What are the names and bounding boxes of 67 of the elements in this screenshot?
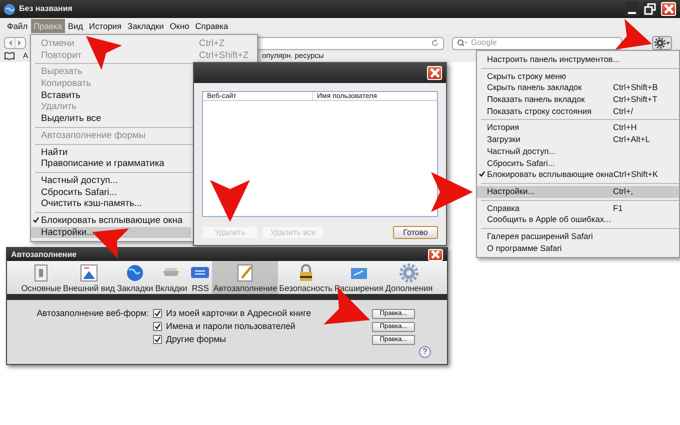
- preferences-tab[interactable]: Закладки: [116, 261, 154, 294]
- menu-item[interactable]: Сообщить в Apple об ошибках...: [477, 214, 679, 226]
- pointer-arrow: [86, 36, 122, 70]
- menu-item[interactable]: Скрыть панель закладок Ctrl+Shift+B: [477, 82, 679, 94]
- close-button[interactable]: [428, 248, 443, 260]
- checkbox-label: Имена и пароли пользователей: [166, 320, 296, 333]
- menu-item[interactable]: Вид: [64, 19, 86, 33]
- menu-item[interactable]: Скрыть строку меню: [477, 70, 679, 82]
- menu-item[interactable]: Найти: [31, 146, 191, 158]
- menu-item[interactable]: Выделить все: [31, 113, 191, 125]
- pointer-arrow: [615, 18, 652, 50]
- menu-item[interactable]: Настройки... Ctrl+,: [477, 186, 679, 198]
- checkbox-label: Другие формы: [166, 332, 226, 346]
- menu-item[interactable]: Правописание и грамматика: [31, 158, 191, 170]
- menu-item[interactable]: Очистить кэш-память...: [31, 198, 191, 210]
- globe-icon: [4, 4, 15, 14]
- menu-item[interactable]: Сбросить Safari...: [31, 186, 191, 198]
- preferences-tab[interactable]: Безопасность: [278, 261, 334, 294]
- menu-item[interactable]: Галерея расширений Safari: [477, 230, 679, 243]
- search-placeholder: Google: [471, 37, 497, 49]
- menu-item[interactable]: Частный доступ...: [477, 146, 679, 158]
- menu-item[interactable]: История Ctrl+H: [477, 122, 679, 134]
- menu-item[interactable]: Показать панель вкладок Ctrl+Shift+T: [477, 94, 679, 106]
- menu-item[interactable]: Справка F1: [477, 202, 679, 214]
- preferences-tab[interactable]: Внешний вид: [62, 261, 116, 294]
- window-title: Без названия: [19, 3, 74, 15]
- search-icon: [457, 39, 467, 47]
- close-button[interactable]: [427, 66, 442, 80]
- checkbox[interactable]: [153, 309, 162, 318]
- menu-item[interactable]: Окно: [166, 19, 192, 33]
- preferences-tab[interactable]: Автозаполнение: [212, 261, 278, 294]
- reload-icon[interactable]: [431, 39, 439, 47]
- preferences-tab[interactable]: Вкладки: [154, 261, 188, 294]
- menu-item[interactable]: Настроить панель инструментов...: [477, 54, 679, 66]
- menu-item[interactable]: О программе Safari: [477, 242, 679, 254]
- menu-item[interactable]: Файл: [4, 19, 31, 33]
- menu-item[interactable]: Частный доступ...: [31, 174, 191, 187]
- menu-item[interactable]: Загрузки Ctrl+Alt+L: [477, 134, 679, 146]
- pointer-arrow: [92, 228, 130, 259]
- help-button[interactable]: ?: [419, 346, 431, 358]
- preferences-tab[interactable]: Основные: [20, 261, 62, 294]
- checkbox-label: Из моей карточки в Адресной книге: [166, 306, 311, 320]
- menu-item[interactable]: Показать строку состояния Ctrl+/: [477, 106, 679, 118]
- gear-icon: [398, 263, 420, 283]
- menu-item[interactable]: Закладки: [124, 19, 167, 33]
- window-title: Автозаполнение: [11, 248, 78, 260]
- preferences-tab[interactable]: RSS: [188, 261, 212, 294]
- checkbox[interactable]: [153, 322, 162, 331]
- pointer-arrow: [431, 172, 473, 212]
- menu-item[interactable]: Блокировать всплывающие окна: [31, 214, 191, 227]
- minimize-button[interactable]: [625, 2, 639, 16]
- form-label: Автозаполнение веб-форм:: [36, 308, 149, 318]
- dialog-button[interactable]: Готово: [393, 226, 438, 239]
- pointer-arrow: [210, 180, 250, 222]
- menu-item[interactable]: Вставить: [31, 90, 191, 102]
- close-button[interactable]: [661, 2, 676, 16]
- menu-item[interactable]: История: [86, 19, 125, 33]
- menu-item[interactable]: Блокировать всплывающие окнаCtrl+Shift+K: [477, 169, 679, 181]
- menu-item[interactable]: Сбросить Safari...: [477, 158, 679, 170]
- menu-item[interactable]: Справка: [192, 19, 232, 33]
- book-icon[interactable]: [4, 52, 15, 60]
- preferences-tab[interactable]: Расширения: [334, 261, 384, 294]
- maximize-button[interactable]: [643, 2, 657, 16]
- preferences-tab[interactable]: Дополнения: [384, 261, 434, 294]
- settings-button[interactable]: [652, 36, 672, 50]
- painting-icon: [78, 263, 100, 283]
- checkbox[interactable]: [153, 335, 162, 344]
